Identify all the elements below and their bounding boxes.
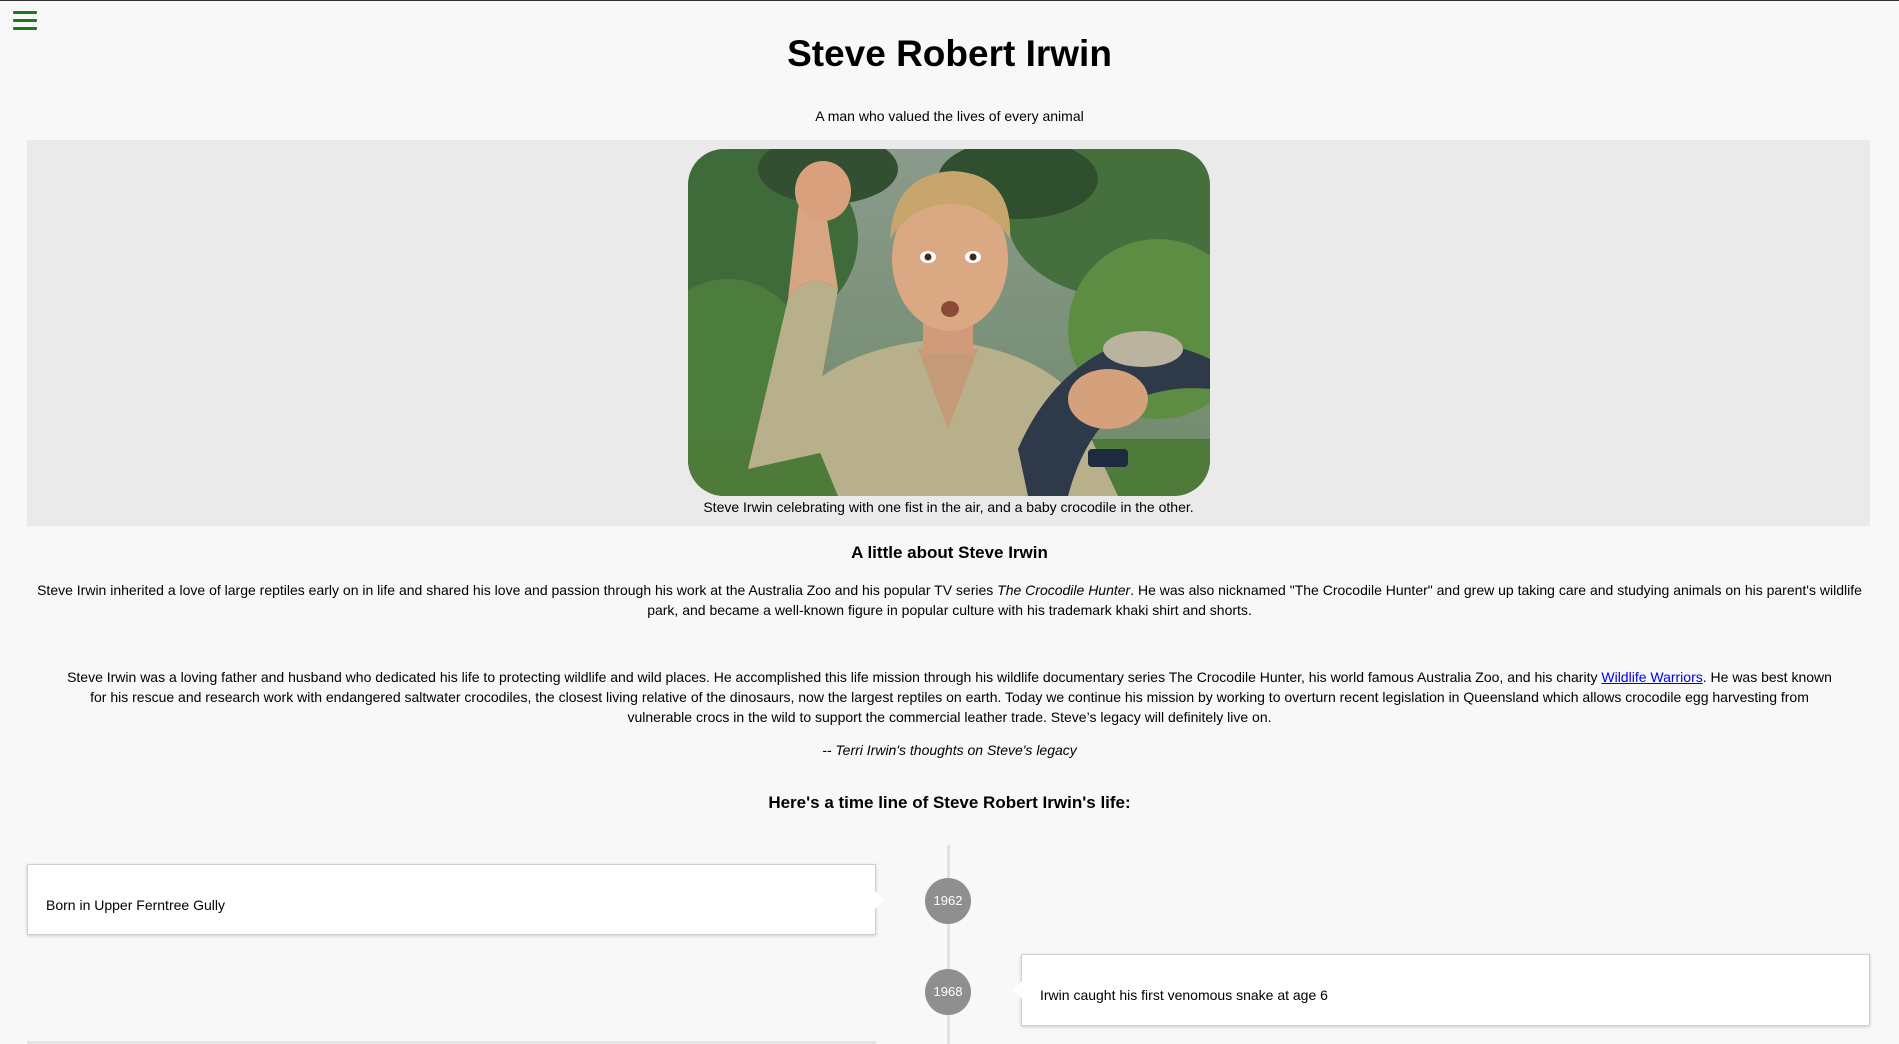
quote-attribution: -- Terri Irwin's thoughts on Steve's leg… (822, 742, 1077, 758)
menu-bar (13, 19, 37, 22)
page-title: Steve Robert Irwin (787, 33, 1112, 74)
timeline-year-badge: 1968 (925, 969, 971, 1015)
menu-bar (13, 27, 37, 30)
top-border (0, 0, 1899, 1)
hero-caption: Steve Irwin celebrating with one fist in… (703, 499, 1194, 515)
timeline-year-badge: 1962 (925, 878, 971, 924)
timeline-event-card: Irwin caught his first venomous snake at… (1013, 954, 1870, 1026)
timeline-event-text: Irwin caught his first venomous snake at… (1040, 987, 1328, 1003)
about-heading: A little about Steve Irwin (851, 543, 1048, 562)
image-panel: Steve Irwin celebrating with one fist in… (27, 140, 1870, 526)
timeline-event-card: Born in Upper Ferntree Gully (27, 864, 884, 935)
about-text-part: Steve Irwin inherited a love of large re… (37, 582, 998, 598)
legacy-quote: Steve Irwin was a loving father and husb… (66, 667, 1833, 727)
timeline-event-text: Born in Upper Ferntree Gully (46, 897, 225, 913)
show-title: The Crocodile Hunter (997, 582, 1131, 598)
hamburger-menu-icon[interactable] (13, 11, 37, 31)
about-paragraph: Steve Irwin inherited a love of large re… (36, 580, 1863, 620)
quote-text-part: Steve Irwin was a loving father and husb… (67, 669, 1602, 685)
page-tagline: A man who valued the lives of every anim… (815, 108, 1084, 124)
wildlife-warriors-link[interactable]: Wildlife Warriors (1601, 669, 1702, 685)
timeline-heading: Here's a time line of Steve Robert Irwin… (768, 793, 1131, 812)
hero-photo (688, 149, 1210, 496)
menu-bar (13, 11, 37, 14)
